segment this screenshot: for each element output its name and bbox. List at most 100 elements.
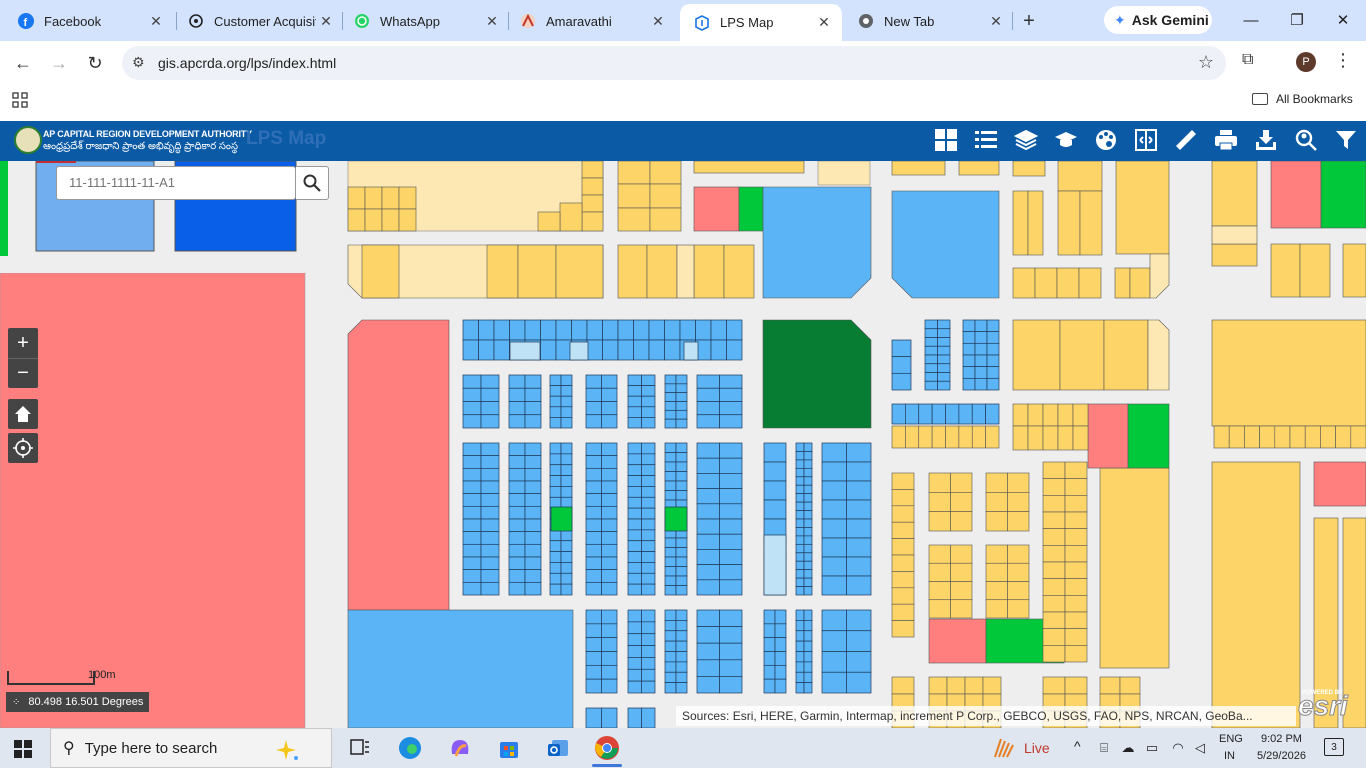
parcel[interactable]: [664, 537, 677, 548]
measure-icon[interactable]: [1173, 127, 1199, 153]
parcel[interactable]: [508, 493, 526, 507]
swipe-icon[interactable]: [1133, 127, 1159, 153]
parcel[interactable]: [928, 581, 951, 601]
parcel[interactable]: [585, 664, 602, 680]
parcel[interactable]: [974, 377, 988, 391]
parcel[interactable]: [985, 403, 1000, 425]
parcel[interactable]: [549, 551, 562, 563]
tab-facebook[interactable]: f Facebook ✕: [4, 6, 174, 36]
parcel[interactable]: [480, 543, 500, 558]
windows-start-icon[interactable]: [14, 740, 32, 758]
parcel[interactable]: [1042, 676, 1066, 695]
parcel[interactable]: [795, 510, 805, 520]
parcel[interactable]: [719, 659, 743, 677]
parcel[interactable]: [846, 556, 872, 577]
parcel[interactable]: [627, 551, 642, 563]
parcel[interactable]: [795, 442, 805, 452]
parcel[interactable]: [937, 319, 951, 330]
parcel[interactable]: [675, 661, 688, 673]
parcel[interactable]: [462, 543, 482, 558]
parcel[interactable]: [928, 599, 951, 619]
parcel[interactable]: [774, 623, 787, 639]
parcel[interactable]: [585, 442, 602, 457]
parcel[interactable]: [924, 363, 938, 373]
parcel[interactable]: [627, 540, 642, 552]
parcel[interactable]: [560, 442, 573, 455]
parcel[interactable]: [795, 560, 805, 571]
parcel[interactable]: [696, 609, 720, 627]
parcel[interactable]: [924, 319, 938, 330]
parcel[interactable]: [763, 461, 787, 482]
parcel[interactable]: [664, 339, 681, 361]
parcel[interactable]: [1072, 403, 1089, 427]
profile-avatar[interactable]: P: [1296, 52, 1316, 72]
parcel[interactable]: [1012, 403, 1029, 427]
parcel[interactable]: [1064, 511, 1088, 529]
parcel[interactable]: [803, 586, 813, 596]
parcel[interactable]: [1042, 425, 1059, 451]
download-icon[interactable]: [1253, 127, 1279, 153]
close-tab-icon[interactable]: ✕: [986, 11, 1006, 31]
parcel[interactable]: [962, 342, 976, 356]
parcel[interactable]: [627, 572, 642, 585]
parcel[interactable]: [601, 623, 618, 639]
parcel[interactable]: [633, 339, 650, 361]
parcel[interactable]: [585, 678, 602, 694]
parcel[interactable]: [560, 406, 573, 418]
parcel[interactable]: [617, 319, 634, 341]
parcel[interactable]: [1244, 425, 1260, 449]
parcel[interactable]: [560, 464, 573, 476]
parcel[interactable]: [560, 486, 573, 498]
parcel[interactable]: [986, 342, 1000, 356]
parcel[interactable]: [696, 676, 720, 694]
parcel[interactable]: [928, 492, 951, 512]
parcel[interactable]: [675, 383, 688, 394]
parcel[interactable]: [675, 585, 688, 596]
parcel[interactable]: [821, 499, 847, 520]
parcel[interactable]: [627, 645, 642, 658]
parcel[interactable]: [719, 442, 743, 459]
parcel[interactable]: [585, 401, 602, 416]
parcel[interactable]: [508, 480, 526, 495]
parcel[interactable]: [803, 569, 813, 579]
restore-button[interactable]: ❐: [1282, 8, 1312, 32]
parcel[interactable]: [795, 586, 805, 596]
parcel[interactable]: [480, 387, 500, 402]
parcel[interactable]: [601, 543, 618, 558]
parcel[interactable]: [664, 630, 677, 642]
parcel[interactable]: [1042, 595, 1066, 613]
parcel[interactable]: [601, 374, 618, 389]
parcel[interactable]: [763, 664, 776, 680]
parcel[interactable]: [560, 572, 573, 585]
parcel[interactable]: [1027, 403, 1044, 427]
parcel[interactable]: [821, 556, 847, 577]
language-region[interactable]: IN: [1224, 750, 1235, 762]
parcel[interactable]: [696, 579, 720, 596]
parcel[interactable]: [641, 707, 656, 728]
close-tab-icon[interactable]: ✕: [648, 11, 668, 31]
parcel[interactable]: [795, 569, 805, 579]
parcel[interactable]: [664, 383, 677, 394]
close-tab-icon[interactable]: ✕: [146, 11, 166, 31]
parcel[interactable]: [462, 467, 482, 482]
parcel[interactable]: [664, 585, 677, 596]
parcel[interactable]: [928, 544, 951, 564]
parcel[interactable]: [696, 642, 720, 661]
parcel[interactable]: [891, 538, 915, 556]
parcel[interactable]: [846, 480, 872, 501]
parcel[interactable]: [719, 488, 743, 505]
parcel[interactable]: [1057, 425, 1074, 451]
parcel[interactable]: [664, 392, 677, 402]
parcel[interactable]: [719, 457, 743, 474]
parcel[interactable]: [795, 527, 805, 537]
parcel[interactable]: [1007, 511, 1030, 532]
parcel[interactable]: [675, 471, 688, 482]
parcel[interactable]: [560, 417, 573, 429]
parcel[interactable]: [950, 581, 973, 601]
parcel[interactable]: [763, 499, 787, 520]
parcel[interactable]: [846, 537, 872, 558]
parcel[interactable]: [601, 455, 618, 469]
parcel[interactable]: [648, 339, 665, 361]
parcel[interactable]: [971, 403, 986, 425]
parcel[interactable]: [937, 354, 951, 365]
